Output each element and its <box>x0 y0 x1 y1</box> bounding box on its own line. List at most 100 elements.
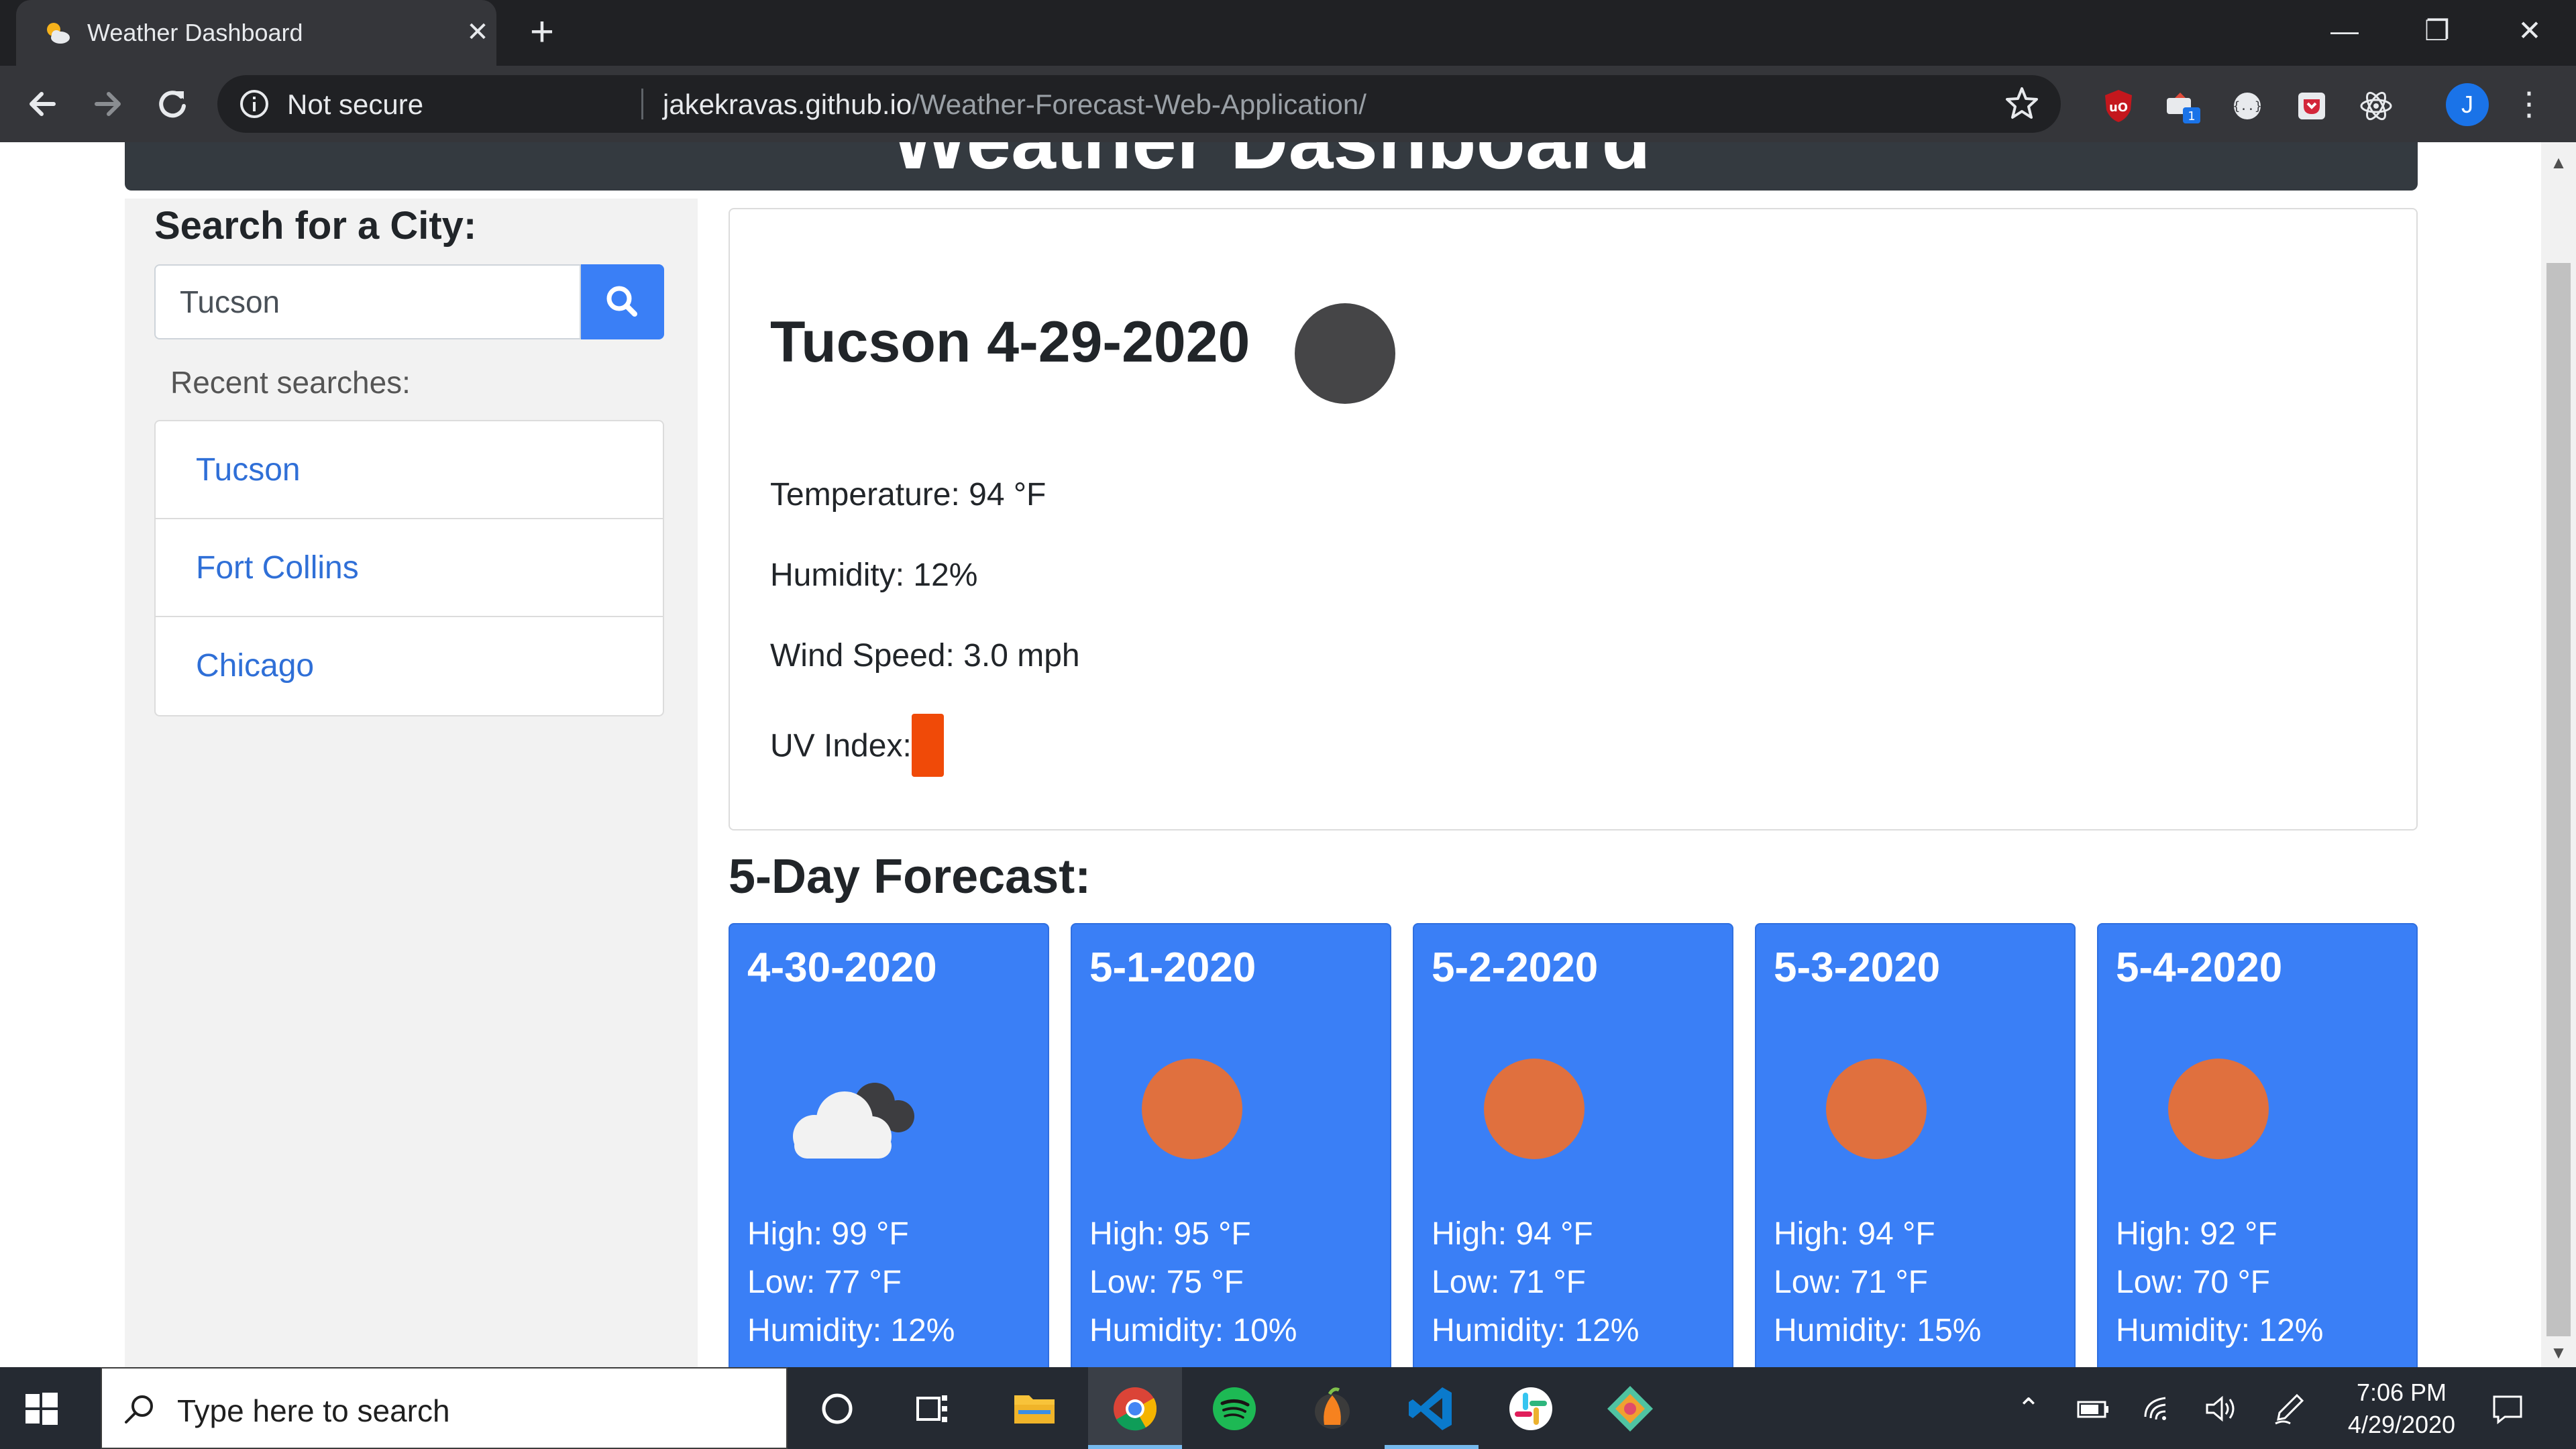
browser-menu-icon[interactable]: ⋮ <box>2513 83 2545 126</box>
browser-tab-bar: Weather Dashboard ✕ + — ❐ ✕ <box>0 0 2576 66</box>
vscode-icon[interactable] <box>1403 1381 1460 1437</box>
sun-icon <box>1142 1059 1242 1159</box>
city-search-input[interactable]: Tucson <box>154 264 581 339</box>
forecast-date: 4-30-2020 <box>747 945 937 991</box>
uv-index-label: UV Index: <box>770 728 912 764</box>
current-city-date: Tucson 4-29-2020 <box>770 310 1250 374</box>
omnibox-divider <box>641 89 643 119</box>
forecast-humidity: Humidity: 12% <box>2116 1313 2324 1348</box>
recent-search-item[interactable]: Fort Collins <box>156 519 663 617</box>
volume-icon[interactable] <box>2202 1390 2239 1428</box>
battery-icon[interactable] <box>2074 1390 2112 1428</box>
svg-text:uO: uO <box>2109 101 2128 115</box>
tab-close-icon[interactable]: ✕ <box>462 16 494 48</box>
url-text[interactable]: jakekravas.github.io/Weather-Forecast-We… <box>663 89 1366 121</box>
spotify-icon[interactable] <box>1206 1381 1263 1437</box>
scroll-up-arrow-icon[interactable]: ▲ <box>2541 149 2576 176</box>
file-explorer-icon[interactable] <box>1006 1381 1063 1437</box>
url-path: /Weather-Forecast-Web-Application/ <box>912 89 1366 120</box>
scrollbar-thumb[interactable] <box>2546 263 2571 1336</box>
uv-index-badge <box>911 714 944 777</box>
browser-tab[interactable]: Weather Dashboard ✕ <box>16 0 496 66</box>
forecast-card: 4-30-2020 High: 99 °F Low: 77 °F Humidit… <box>729 923 1049 1367</box>
forecast-date: 5-2-2020 <box>1432 945 1599 991</box>
recent-search-item[interactable]: Tucson <box>156 421 663 519</box>
search-heading: Search for a City: <box>154 204 477 248</box>
fl-studio-icon[interactable] <box>1304 1381 1360 1437</box>
sun-icon <box>2168 1059 2269 1159</box>
cortana-icon[interactable] <box>809 1381 865 1437</box>
forecast-heading: 5-Day Forecast: <box>729 850 1091 904</box>
security-status[interactable]: Not secure <box>287 89 423 121</box>
active-app-indicator <box>1088 1445 1182 1449</box>
forecast-card: 5-3-2020 High: 94 °F Low: 71 °F Humidity… <box>1755 923 2076 1367</box>
web-page: Weather Dashboard Search for a City: Tuc… <box>0 142 2541 1367</box>
bookmark-star-icon[interactable] <box>2003 85 2041 122</box>
ublock-origin-icon[interactable]: uO <box>2100 87 2137 125</box>
close-window-button[interactable]: ✕ <box>2493 11 2567 51</box>
search-icon <box>606 286 637 317</box>
svg-text:{..}: {..} <box>2233 99 2261 113</box>
forecast-high: High: 92 °F <box>2116 1216 2277 1252</box>
wifi-icon[interactable] <box>2139 1390 2176 1428</box>
forecast-high: High: 99 °F <box>747 1216 909 1252</box>
back-arrow-icon[interactable] <box>20 82 64 126</box>
taskbar-search-box[interactable]: Type here to search <box>101 1367 788 1449</box>
forecast-card: 5-1-2020 High: 95 °F Low: 75 °F Humidity… <box>1071 923 1391 1367</box>
recent-searches-label: Recent searches: <box>170 365 411 400</box>
cloud-icon <box>793 1083 914 1159</box>
json-viewer-icon[interactable]: {..} <box>2229 87 2266 125</box>
pin-extension-icon[interactable]: 1 <box>2164 87 2202 125</box>
page-title: Weather Dashboard <box>125 142 2418 181</box>
temperature-text: Temperature: 94 °F <box>770 477 1046 513</box>
forecast-card: 5-2-2020 High: 94 °F Low: 71 °F Humidity… <box>1413 923 1733 1367</box>
search-icon <box>125 1395 153 1424</box>
uv-index-row: UV Index: <box>770 714 944 780</box>
reload-icon[interactable] <box>150 82 195 126</box>
forecast-high: High: 94 °F <box>1774 1216 1935 1252</box>
forecast-date: 5-3-2020 <box>1774 945 1941 991</box>
address-bar[interactable]: Not secure jakekravas.github.io/Weather-… <box>217 75 2061 133</box>
pocket-icon[interactable] <box>2293 87 2330 125</box>
forecast-date: 5-4-2020 <box>2116 945 2283 991</box>
app-open-indicator <box>1385 1445 1479 1449</box>
slack-icon[interactable] <box>1503 1381 1559 1437</box>
info-icon[interactable] <box>239 89 270 119</box>
forecast-low: Low: 71 °F <box>1432 1265 1586 1300</box>
chrome-icon[interactable] <box>1107 1381 1163 1437</box>
tab-title: Weather Dashboard <box>87 19 303 46</box>
forecast-humidity: Humidity: 15% <box>1774 1313 1982 1348</box>
wind-speed-text: Wind Speed: 3.0 mph <box>770 638 1080 674</box>
gitkraken-icon[interactable] <box>1602 1381 1658 1437</box>
search-button[interactable] <box>581 264 664 339</box>
task-view-icon[interactable] <box>904 1381 961 1437</box>
recent-searches-list: Tucson Fort Collins Chicago <box>154 420 664 716</box>
minimize-button[interactable]: — <box>2308 11 2381 51</box>
windows-start-icon[interactable] <box>24 1391 59 1426</box>
react-devtools-icon[interactable] <box>2357 87 2395 125</box>
weather-favicon-icon <box>47 23 70 44</box>
new-tab-button[interactable]: + <box>522 11 562 54</box>
system-clock[interactable]: 7:06 PM 4/29/2020 <box>2301 1377 2502 1441</box>
clock-time: 7:06 PM <box>2356 1379 2447 1406</box>
restore-button[interactable]: ❐ <box>2400 11 2474 51</box>
notifications-icon[interactable] <box>2489 1390 2526 1428</box>
extension-badge: 1 <box>2188 109 2195 123</box>
sun-icon <box>1484 1059 1585 1159</box>
profile-avatar[interactable]: J <box>2446 83 2489 126</box>
recent-search-item[interactable]: Chicago <box>156 617 663 715</box>
current-weather-card: Tucson 4-29-2020 Temperature: 94 °F Humi… <box>729 208 2418 830</box>
forward-arrow-icon[interactable] <box>86 82 130 126</box>
forecast-low: Low: 75 °F <box>1089 1265 1244 1300</box>
show-hidden-icons-icon[interactable]: ⌃ <box>2010 1390 2047 1428</box>
url-host: jakekravas.github.io <box>663 89 912 120</box>
forecast-humidity: Humidity: 12% <box>747 1313 955 1348</box>
forecast-high: High: 95 °F <box>1089 1216 1251 1252</box>
page-scrollbar[interactable]: ▲ ▼ <box>2541 142 2576 1367</box>
scroll-down-arrow-icon[interactable]: ▼ <box>2541 1339 2576 1366</box>
moon-icon <box>1295 303 1395 404</box>
forecast-low: Low: 71 °F <box>1774 1265 1928 1300</box>
forecast-low: Low: 70 °F <box>2116 1265 2270 1300</box>
sun-icon <box>1826 1059 1927 1159</box>
windows-taskbar: Type here to search ⌃ 7:06 PM 4/29/2020 <box>0 1367 2576 1449</box>
